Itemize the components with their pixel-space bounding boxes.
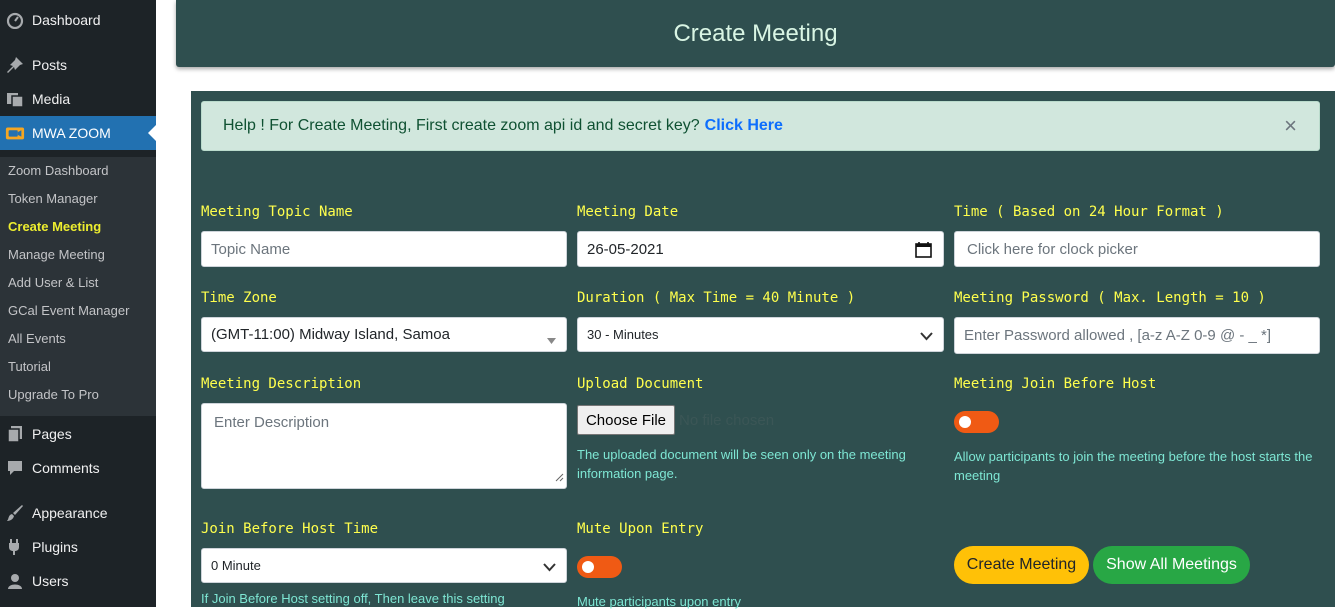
zoom-submenu: Zoom Dashboard Token Manager Create Meet…	[0, 157, 156, 416]
join-before-host-help-line-2: meeting	[954, 468, 1001, 483]
mute-help: Mute participants upon entry	[577, 594, 742, 609]
click-here-link[interactable]: Click Here	[705, 117, 783, 135]
user-icon	[5, 571, 25, 591]
upload-help-line-2: information page.	[577, 466, 678, 481]
close-icon[interactable]: ×	[1284, 115, 1297, 137]
chevron-down-icon	[920, 329, 933, 344]
media-icon	[5, 89, 25, 109]
sidebar-item-users[interactable]: Users	[0, 564, 156, 598]
submenu-item-create-meeting[interactable]: Create Meeting	[8, 219, 101, 234]
submenu-item-all-events[interactable]: All Events	[8, 331, 66, 346]
duration-value: 30 - Minutes	[587, 327, 659, 342]
no-file-chosen-text: No file chosen	[679, 412, 775, 429]
join-before-host-time-value: 0 Minute	[211, 558, 261, 573]
sidebar-item-comments[interactable]: Comments	[0, 451, 156, 485]
topic-input[interactable]: Topic Name	[201, 231, 567, 267]
pin-icon	[5, 55, 25, 75]
page-header: Create Meeting	[176, 0, 1335, 67]
topic-label: Meeting Topic Name	[201, 204, 353, 220]
timezone-label: Time Zone	[201, 290, 277, 306]
admin-sidebar: Dashboard Posts Media MWA ZOOM Zoom Dash…	[0, 0, 156, 607]
sidebar-item-media[interactable]: Media	[0, 82, 156, 116]
submenu-item-gcal-event-manager[interactable]: GCal Event Manager	[8, 303, 129, 318]
time-input[interactable]: Click here for clock picker	[954, 231, 1320, 267]
submenu-item-add-user[interactable]: Add User & List	[8, 275, 98, 290]
duration-select[interactable]: 30 - Minutes	[577, 317, 944, 352]
description-placeholder: Enter Description	[214, 414, 330, 431]
submenu-item-tutorial[interactable]: Tutorial	[8, 359, 51, 374]
create-meeting-button[interactable]: Create Meeting	[954, 546, 1089, 584]
join-before-host-toggle[interactable]	[954, 411, 999, 433]
sidebar-item-mwa-zoom[interactable]: MWA ZOOM	[0, 116, 156, 150]
sidebar-item-pages[interactable]: Pages	[0, 417, 156, 451]
dashboard-icon	[5, 10, 25, 30]
sidebar-item-label: Media	[32, 91, 71, 107]
resize-handle-icon[interactable]	[555, 469, 564, 486]
submenu-item-token-manager[interactable]: Token Manager	[8, 191, 98, 206]
submenu-item-upgrade-to-pro[interactable]: Upgrade To Pro	[8, 387, 99, 402]
submenu-item-manage-meeting[interactable]: Manage Meeting	[8, 247, 105, 262]
sidebar-item-label: Dashboard	[32, 12, 101, 28]
plugin-icon	[5, 537, 25, 557]
password-label: Meeting Password ( Max. Length = 10 )	[954, 290, 1266, 306]
join-before-host-time-label: Join Before Host Time	[201, 521, 379, 537]
sidebar-item-label: Pages	[32, 426, 72, 442]
sidebar-item-label: Posts	[32, 57, 68, 73]
pages-icon	[5, 424, 25, 444]
date-input[interactable]: 26-05-2021	[577, 231, 944, 267]
mute-upon-entry-toggle[interactable]	[577, 556, 622, 578]
description-textarea[interactable]: Enter Description	[201, 403, 567, 489]
time-placeholder: Click here for clock picker	[967, 240, 1138, 258]
submenu-item-zoom-dashboard[interactable]: Zoom Dashboard	[8, 163, 108, 178]
time-label: Time ( Based on 24 Hour Format )	[954, 204, 1224, 220]
date-label: Meeting Date	[577, 204, 679, 220]
sidebar-item-label: Appearance	[32, 505, 108, 521]
description-label: Meeting Description	[201, 376, 362, 392]
toggle-knob	[582, 561, 594, 573]
chevron-down-icon	[543, 560, 556, 575]
password-placeholder: Enter Password allowed , [a-z A-Z 0-9 @ …	[964, 327, 1272, 344]
zoom-camera-icon	[5, 123, 25, 143]
page-title: Create Meeting	[673, 19, 838, 47]
show-all-meetings-button[interactable]: Show All Meetings	[1093, 546, 1250, 584]
timezone-value: (GMT-11:00) Midway Island, Samoa	[211, 326, 450, 343]
sidebar-item-appearance[interactable]: Appearance	[0, 496, 156, 530]
toggle-knob	[959, 416, 971, 428]
caret-down-icon	[547, 331, 556, 348]
comment-icon	[5, 458, 25, 478]
choose-file-button[interactable]: Choose File	[577, 405, 675, 435]
join-before-host-time-help: If Join Before Host setting off, Then le…	[201, 591, 505, 606]
calendar-icon[interactable]	[915, 241, 932, 262]
sidebar-item-label: Users	[32, 573, 69, 589]
sidebar-item-label: Plugins	[32, 539, 78, 555]
mute-label: Mute Upon Entry	[577, 521, 704, 537]
duration-label: Duration ( Max Time = 40 Minute )	[577, 290, 856, 306]
help-alert: Help ! For Create Meeting, First create …	[201, 101, 1320, 151]
topic-placeholder: Topic Name	[211, 240, 291, 258]
sidebar-item-label: MWA ZOOM	[32, 125, 111, 141]
upload-help-line-1: The uploaded document will be seen only …	[577, 447, 906, 462]
sidebar-item-posts[interactable]: Posts	[0, 48, 156, 82]
brush-icon	[5, 503, 25, 523]
create-meeting-form: Help ! For Create Meeting, First create …	[191, 91, 1335, 609]
join-before-host-label: Meeting Join Before Host	[954, 376, 1157, 392]
sidebar-item-dashboard[interactable]: Dashboard	[0, 3, 156, 37]
password-input[interactable]: Enter Password allowed , [a-z A-Z 0-9 @ …	[954, 317, 1320, 354]
timezone-select[interactable]: (GMT-11:00) Midway Island, Samoa	[201, 317, 567, 352]
upload-label: Upload Document	[577, 376, 704, 392]
join-before-host-help-line-1: Allow participants to join the meeting b…	[954, 449, 1313, 464]
sidebar-item-label: Comments	[32, 460, 100, 476]
join-before-host-time-select[interactable]: 0 Minute	[201, 548, 567, 583]
date-value: 26-05-2021	[587, 240, 664, 258]
alert-text: Help ! For Create Meeting, First create …	[223, 117, 700, 134]
sidebar-item-plugins[interactable]: Plugins	[0, 530, 156, 564]
